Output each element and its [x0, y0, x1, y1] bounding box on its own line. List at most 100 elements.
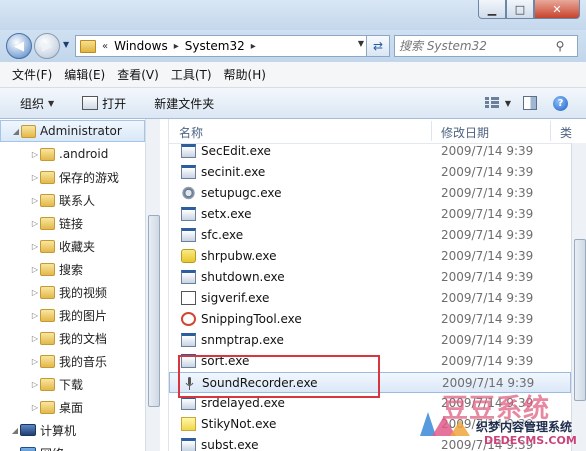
collapsed-arrow-icon[interactable]: ▷ [30, 219, 40, 228]
file-row[interactable]: sort.exe 2009/7/14 9:39 [169, 351, 571, 372]
file-date: 2009/7/14 9:39 [441, 249, 534, 263]
nav-item[interactable]: ▷ 我的文档 [0, 327, 160, 349]
collapsed-arrow-icon[interactable]: ▷ [30, 357, 40, 366]
change-view-button[interactable]: ▼ [481, 97, 515, 109]
file-name: shutdown.exe [201, 270, 285, 284]
file-row[interactable]: SoundRecorder.exe 2009/7/14 9:39 [169, 372, 571, 393]
folder-icon [40, 377, 55, 391]
file-name: secinit.exe [201, 165, 266, 179]
file-row[interactable]: sigverif.exe 2009/7/14 9:39 [169, 288, 571, 309]
menu-file[interactable]: 文件(F) [6, 66, 58, 83]
refresh-button[interactable]: ⇄ [366, 35, 390, 57]
file-row[interactable]: SecEdit.exe 2009/7/14 9:39 [169, 141, 571, 162]
address-row: ◀ ▶ ▼ « Windows ▸ System32 ▸ ▼ ⇄ ⚲ [0, 30, 586, 62]
file-row[interactable]: snmptrap.exe 2009/7/14 9:39 [169, 330, 571, 351]
new-folder-button[interactable]: 新建文件夹 [136, 95, 224, 112]
open-button[interactable]: 打开 [64, 95, 136, 112]
collapsed-arrow-icon[interactable]: ▷ [30, 403, 40, 412]
file-name: setupugc.exe [201, 186, 282, 200]
collapsed-arrow-icon[interactable]: ▷ [30, 173, 40, 182]
nav-item[interactable]: ▷ 搜索 [0, 258, 160, 280]
column-header-type[interactable]: 类 [560, 124, 572, 141]
command-bar: 组织 ▼ 打开 新建文件夹 ▼ ? [0, 88, 586, 119]
nav-item[interactable]: ◢ 计算机 [0, 419, 155, 441]
breadcrumb-system32[interactable]: System32 [185, 39, 245, 53]
nav-item[interactable]: ▷ 我的图片 [0, 304, 160, 326]
column-header-date[interactable]: 修改日期 [441, 124, 489, 141]
file-list-scrollbar[interactable] [571, 143, 586, 451]
file-row[interactable]: subst.exe 2009/7/14 9:39 [169, 435, 571, 451]
navigation-scrollbar[interactable] [145, 119, 161, 451]
organize-button[interactable]: 组织 ▼ [0, 95, 64, 112]
file-row[interactable]: srdelayed.exe 2009/7/14 9:39 [169, 393, 571, 414]
nav-item[interactable]: ▷ 我的视频 [0, 281, 160, 303]
maximize-button[interactable]: □ [506, 0, 534, 19]
breadcrumb-separator-icon[interactable]: ▸ [174, 41, 179, 52]
search-icon[interactable]: ⚲ [551, 39, 569, 53]
column-header-name[interactable]: 名称 [179, 124, 203, 141]
collapsed-arrow-icon[interactable]: ▷ [30, 196, 40, 205]
breadcrumb-windows[interactable]: Windows [114, 39, 168, 53]
nav-item[interactable]: ▷网络 [0, 442, 155, 451]
search-input[interactable] [395, 38, 551, 54]
file-row[interactable]: sfc.exe 2009/7/14 9:39 [169, 225, 571, 246]
collapsed-arrow-icon[interactable]: ▷ [30, 334, 40, 343]
close-button[interactable]: ✕ [534, 0, 580, 19]
column-divider[interactable] [431, 121, 432, 141]
file-row[interactable]: SnippingTool.exe 2009/7/14 9:39 [169, 309, 571, 330]
navigation-scroll-thumb[interactable] [148, 215, 160, 407]
preview-pane-button[interactable] [515, 96, 545, 110]
forward-button[interactable]: ▶ [34, 33, 60, 59]
menu-edit[interactable]: 编辑(E) [58, 66, 111, 83]
breadcrumb-overflow[interactable]: « [102, 41, 108, 52]
file-name: SoundRecorder.exe [202, 376, 318, 390]
collapsed-arrow-icon[interactable]: ▷ [30, 288, 40, 297]
collapsed-arrow-icon[interactable]: ▷ [30, 311, 40, 320]
nav-item[interactable]: ▷ 联系人 [0, 189, 160, 211]
collapsed-arrow-icon[interactable]: ▷ [30, 380, 40, 389]
nav-item[interactable]: ▷ 桌面 [0, 396, 160, 418]
address-bar[interactable]: « Windows ▸ System32 ▸ ▼ [75, 35, 367, 57]
nav-item-label: 链接 [59, 216, 84, 231]
back-button[interactable]: ◀ [6, 33, 32, 59]
nav-item[interactable]: ▷ 我的音乐 [0, 350, 160, 372]
file-row[interactable]: StikyNot.exe 2009/7/14 9:39 [169, 414, 571, 435]
collapsed-arrow-icon[interactable]: ▷ [30, 150, 40, 159]
file-row[interactable]: secinit.exe 2009/7/14 9:39 [169, 162, 571, 183]
search-box[interactable]: ⚲ [394, 35, 578, 57]
expand-arrow-icon[interactable]: ◢ [11, 127, 21, 136]
address-dropdown-icon[interactable]: ▼ [358, 39, 364, 48]
breadcrumb-separator-icon[interactable]: ▸ [251, 41, 256, 52]
chevron-down-icon: ▼ [48, 98, 55, 108]
file-date: 2009/7/14 9:39 [442, 376, 535, 390]
file-row[interactable]: shutdown.exe 2009/7/14 9:39 [169, 267, 571, 288]
folder-icon [40, 354, 55, 368]
column-divider[interactable] [550, 121, 551, 141]
file-row[interactable]: shrpubw.exe 2009/7/14 9:39 [169, 246, 571, 267]
pane-splitter[interactable] [160, 119, 169, 451]
minimize-button[interactable]: ▁ [478, 0, 506, 19]
note-icon [181, 417, 196, 431]
menu-help[interactable]: 帮助(H) [218, 66, 272, 83]
collapsed-arrow-icon[interactable]: ▷ [30, 265, 40, 274]
file-row[interactable]: setx.exe 2009/7/14 9:39 [169, 204, 571, 225]
file-name: StikyNot.exe [201, 417, 277, 431]
nav-item[interactable]: ▷ 收藏夹 [0, 235, 160, 257]
navigation-pane: ◢ Administrator ▷ .android ▷ 保存的游戏 ▷ 联系人 ▷ 链接 ▷ 收藏夹… [0, 119, 160, 451]
menu-view[interactable]: 查看(V) [111, 66, 165, 83]
nav-item[interactable]: ▷ 保存的游戏 [0, 166, 160, 188]
nav-item[interactable]: ▷ 下载 [0, 373, 160, 395]
menu-tools[interactable]: 工具(T) [165, 66, 218, 83]
history-dropdown-icon[interactable]: ▼ [63, 40, 69, 49]
file-list-scroll-thumb[interactable] [574, 239, 586, 401]
expand-arrow-icon[interactable]: ◢ [10, 426, 20, 435]
file-row[interactable]: setupugc.exe 2009/7/14 9:39 [169, 183, 571, 204]
nav-item[interactable]: ▷ 链接 [0, 212, 160, 234]
nav-item[interactable]: ▷ .android [0, 143, 160, 165]
nav-item[interactable]: ◢ Administrator [0, 120, 145, 142]
view-list-icon [484, 97, 501, 109]
collapsed-arrow-icon[interactable]: ▷ [30, 242, 40, 251]
help-button[interactable]: ? [545, 95, 586, 111]
snip-icon [181, 312, 196, 326]
back-arrow-icon: ◀ [14, 38, 24, 54]
